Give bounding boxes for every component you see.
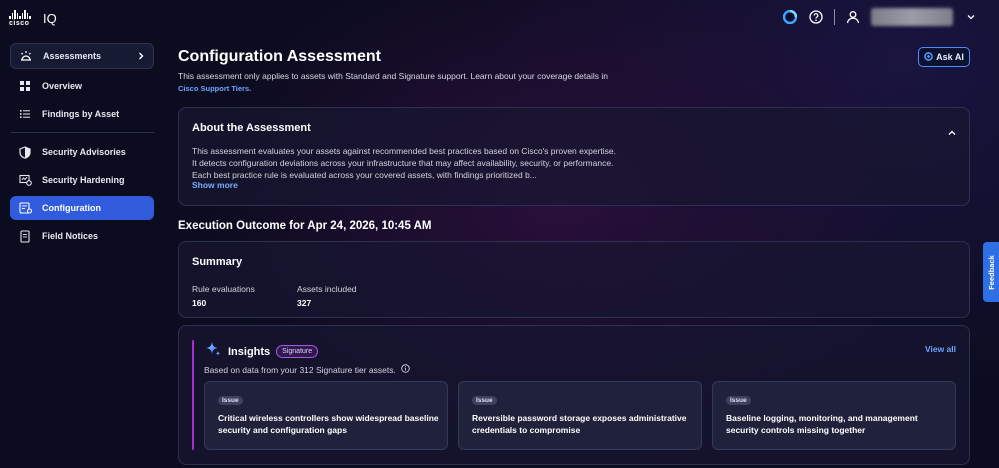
metric-value: 327 — [297, 298, 312, 308]
ai-sparkle-icon — [924, 51, 933, 63]
insight-card[interactable]: Issue Reversible password storage expose… — [458, 381, 702, 450]
user-name-redacted[interactable] — [871, 8, 953, 26]
issue-badge: Issue — [472, 396, 497, 405]
sidebar-item-configuration[interactable]: Configuration — [10, 196, 154, 220]
insights-subtitle: Based on data from your 312 Signature ti… — [204, 364, 410, 375]
ask-ai-label: Ask AI — [936, 52, 964, 62]
insights-subtitle-text: Based on data from your 312 Signature ti… — [204, 364, 396, 375]
issue-badge: Issue — [726, 396, 751, 405]
ask-ai-button[interactable]: Ask AI — [918, 47, 970, 67]
metric-assets-included: Assets included 327 — [297, 284, 357, 308]
hardening-icon — [18, 173, 32, 187]
sidebar-group-label: Assessments — [43, 51, 102, 61]
summary-title: Summary — [192, 256, 243, 268]
summary-card: Summary Rule evaluations 160 Assets incl… — [178, 241, 970, 318]
sidebar-item-label: Configuration — [42, 203, 101, 213]
shield-icon — [18, 145, 32, 159]
chevron-up-icon[interactable] — [947, 124, 957, 142]
insights-accent-bar — [192, 340, 194, 450]
intro-body: This assessment only applies to assets w… — [178, 71, 608, 81]
sidebar-item-label: Security Advisories — [42, 147, 126, 157]
field-notice-icon — [18, 229, 32, 243]
sparkle-icon — [204, 340, 222, 363]
help-icon[interactable] — [808, 9, 824, 25]
signature-badge: Signature — [276, 345, 319, 358]
webex-icon[interactable] — [782, 9, 798, 25]
intro-text: This assessment only applies to assets w… — [178, 70, 608, 95]
overview-icon — [18, 79, 32, 93]
sidebar-group-assessments[interactable]: Assessments — [10, 43, 154, 69]
insights-title: Insights — [228, 345, 271, 358]
sidebar-item-label: Overview — [42, 81, 83, 91]
execution-outcome-title: Execution Outcome for Apr 24, 2026, 10:4… — [178, 220, 432, 232]
show-more-link[interactable]: Show more — [192, 180, 238, 190]
about-card: About the Assessment This assessment eva… — [178, 107, 970, 206]
sidebar-item-security-advisories[interactable]: Security Advisories — [10, 140, 154, 164]
support-tiers-link[interactable]: Cisco Support Tiers. — [178, 84, 251, 93]
insight-card[interactable]: Issue Baseline logging, monitoring, and … — [712, 381, 956, 450]
sidebar-item-label: Security Hardening — [42, 175, 125, 185]
page-title: Configuration Assessment — [178, 48, 381, 65]
insight-card-text: Critical wireless controllers show wides… — [218, 413, 439, 435]
sidebar-divider — [10, 132, 154, 133]
insight-card[interactable]: Issue Critical wireless controllers show… — [204, 381, 448, 450]
metric-label: Rule evaluations — [192, 284, 255, 294]
sidebar-item-field-notices[interactable]: Field Notices — [10, 224, 154, 248]
product-name: IQ — [43, 10, 57, 26]
sidebar: Assessments Overview Findings by Asset S… — [0, 36, 165, 468]
sidebar-item-findings-by-asset[interactable]: Findings by Asset — [10, 102, 154, 126]
sidebar-item-overview[interactable]: Overview — [10, 74, 154, 98]
user-icon[interactable] — [845, 9, 861, 25]
configuration-icon — [18, 201, 32, 215]
feedback-label: Feedback — [986, 254, 996, 290]
top-divider — [834, 9, 835, 25]
sidebar-item-label: Field Notices — [42, 231, 99, 241]
metric-value: 160 — [192, 298, 207, 308]
about-body: This assessment evaluates your assets ag… — [192, 146, 616, 180]
insights-card: Insights Signature View all Based on dat… — [178, 325, 970, 465]
sidebar-item-security-hardening[interactable]: Security Hardening — [10, 168, 154, 192]
top-bar: cisco IQ — [0, 0, 999, 36]
chevron-down-icon[interactable] — [963, 9, 979, 25]
metric-rule-evaluations: Rule evaluations 160 — [192, 284, 255, 308]
insight-card-text: Reversible password storage exposes admi… — [472, 413, 687, 435]
feedback-tab[interactable]: Feedback — [983, 242, 999, 302]
list-icon — [18, 107, 32, 121]
info-icon[interactable] — [401, 364, 410, 375]
assessments-icon — [19, 49, 33, 63]
chevron-right-icon — [137, 51, 145, 63]
cisco-logo[interactable]: cisco IQ — [9, 10, 57, 28]
sidebar-item-label: Findings by Asset — [42, 109, 120, 119]
cisco-wordmark: cisco — [9, 20, 30, 27]
about-title: About the Assessment — [192, 122, 311, 134]
insight-card-text: Baseline logging, monitoring, and manage… — [726, 413, 918, 435]
view-all-link[interactable]: View all — [925, 344, 956, 354]
metric-label: Assets included — [297, 284, 357, 294]
issue-badge: Issue — [218, 396, 243, 405]
cisco-bars-icon — [9, 10, 31, 19]
